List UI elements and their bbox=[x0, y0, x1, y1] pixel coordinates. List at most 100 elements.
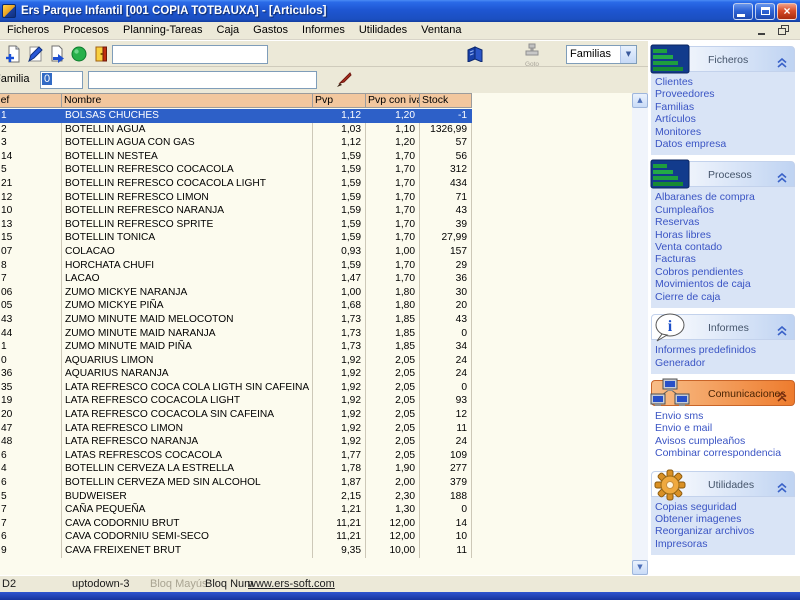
table-row[interactable]: 2 BOTELLIN AGUA 1,03 1,10 1326,99 bbox=[0, 123, 472, 137]
menu-item[interactable]: Caja bbox=[210, 22, 247, 39]
chevron-down-icon[interactable]: ▼ bbox=[620, 46, 636, 63]
table-row[interactable]: 43 ZUMO MINUTE MAID MELOCOTON 1,73 1,85 … bbox=[0, 313, 472, 327]
search-input[interactable] bbox=[112, 45, 268, 64]
table-row[interactable]: 13 BOTELLIN REFRESCO SPRITE 1,59 1,70 39 bbox=[0, 218, 472, 232]
nav-button[interactable] bbox=[321, 45, 341, 64]
menu-item[interactable]: Utilidades bbox=[352, 22, 414, 39]
goto-button[interactable]: Goto bbox=[518, 43, 546, 67]
table-row[interactable]: 7 CAÑA PEQUEÑA 1,21 1,30 0 bbox=[0, 503, 472, 517]
menu-item[interactable]: Gastos bbox=[246, 22, 295, 39]
family-combobox[interactable]: Familias ▼ bbox=[566, 45, 637, 64]
table-row[interactable]: 3 BOTELLIN AGUA CON GAS 1,12 1,20 57 bbox=[0, 136, 472, 150]
edit-record-button[interactable] bbox=[24, 43, 46, 65]
brush-icon[interactable] bbox=[334, 71, 352, 93]
close-button[interactable]: × bbox=[777, 3, 797, 20]
nav-button[interactable] bbox=[281, 45, 301, 64]
menu-item[interactable]: Ficheros bbox=[0, 22, 56, 39]
chevron-up-icon[interactable] bbox=[777, 323, 787, 341]
accept-button[interactable] bbox=[68, 43, 90, 65]
sidebar-item[interactable]: Datos empresa bbox=[651, 138, 795, 150]
table-row[interactable]: 48 LATA REFRESCO NARANJA 1,92 2,05 24 bbox=[0, 435, 472, 449]
sidebar-item[interactable]: Generador bbox=[651, 357, 795, 369]
sidebar-panel-header[interactable]: i bbox=[651, 46, 795, 72]
sidebar-panel-header[interactable]: i bbox=[651, 161, 795, 187]
sidebar-item[interactable]: Facturas bbox=[651, 253, 795, 265]
table-row[interactable]: 1 BOLSAS CHUCHES 1,12 1,20 -1 bbox=[0, 109, 472, 123]
chevron-up-icon[interactable] bbox=[777, 170, 787, 188]
sidebar-item[interactable]: Movimientos de caja bbox=[651, 278, 795, 290]
book-icon[interactable] bbox=[464, 43, 486, 65]
nav-button[interactable] bbox=[361, 45, 381, 64]
menu-item[interactable]: Informes bbox=[295, 22, 352, 39]
sidebar-item[interactable]: Proveedores bbox=[651, 88, 795, 100]
nav-button[interactable] bbox=[341, 45, 361, 64]
nav-button[interactable] bbox=[301, 45, 321, 64]
sidebar-item[interactable]: Artículos bbox=[651, 113, 795, 125]
sidebar-item[interactable]: Familias bbox=[651, 101, 795, 113]
sidebar-item[interactable]: Cobros pendientes bbox=[651, 266, 795, 278]
nav-button[interactable] bbox=[381, 45, 401, 64]
table-scrollbar[interactable]: ▲ ▼ bbox=[632, 93, 648, 575]
sidebar-item[interactable]: Monitores bbox=[651, 126, 795, 138]
sidebar-item[interactable]: Combinar correspondencia bbox=[651, 447, 795, 459]
table-row[interactable]: 05 ZUMO MICKYE PIÑA 1,68 1,80 20 bbox=[0, 299, 472, 313]
table-row[interactable]: 1 ZUMO MINUTE MAID PIÑA 1,73 1,85 34 bbox=[0, 340, 472, 354]
mdi-minimize-button[interactable] bbox=[754, 24, 770, 37]
table-row[interactable]: 6 BOTELLIN CERVEZA MED SIN ALCOHOL 1,87 … bbox=[0, 476, 472, 490]
sidebar-item[interactable]: Avisos cumpleaños bbox=[651, 435, 795, 447]
sidebar-item[interactable]: Venta contado bbox=[651, 241, 795, 253]
sidebar-item[interactable]: Horas libres bbox=[651, 229, 795, 241]
chevron-up-icon[interactable] bbox=[777, 389, 787, 407]
table-row[interactable]: 5 BUDWEISER 2,15 2,30 188 bbox=[0, 490, 472, 504]
family-code-field[interactable]: 0 bbox=[40, 71, 83, 89]
table-row[interactable]: 6 LATAS REFRESCOS COCACOLA 1,77 2,05 109 bbox=[0, 449, 472, 463]
column-header-pvp[interactable]: Pvp bbox=[313, 94, 366, 107]
table-row[interactable]: 9 CAVA FREIXENET BRUT 9,35 10,00 11 bbox=[0, 544, 472, 558]
table-row[interactable]: 07 COLACAO 0,93 1,00 157 bbox=[0, 245, 472, 259]
table-row[interactable]: 35 LATA REFRESCO COCA COLA LIGTH SIN CAF… bbox=[0, 381, 472, 395]
table-row[interactable]: 44 ZUMO MINUTE MAID NARANJA 1,73 1,85 0 bbox=[0, 327, 472, 341]
exit-button[interactable] bbox=[90, 43, 112, 65]
table-row[interactable]: 6 CAVA CODORNIU SEMI-SECO 11,21 12,00 10 bbox=[0, 530, 472, 544]
minimize-button[interactable] bbox=[733, 3, 753, 20]
table-row[interactable]: 06 ZUMO MICKYE NARANJA 1,00 1,80 30 bbox=[0, 286, 472, 300]
table-row[interactable]: 47 LATA REFRESCO LIMON 1,92 2,05 11 bbox=[0, 422, 472, 436]
table-row[interactable]: 4 BOTELLIN CERVEZA LA ESTRELLA 1,78 1,90… bbox=[0, 462, 472, 476]
table-row[interactable]: 7 CAVA CODORNIU BRUT 11,21 12,00 14 bbox=[0, 517, 472, 531]
table-row[interactable]: 14 BOTELLIN NESTEA 1,59 1,70 56 bbox=[0, 150, 472, 164]
table-row[interactable]: 12 BOTELLIN REFRESCO LIMON 1,59 1,70 71 bbox=[0, 191, 472, 205]
sidebar-item[interactable]: Reservas bbox=[651, 216, 795, 228]
maximize-button[interactable] bbox=[755, 3, 775, 20]
sidebar-panel-header[interactable]: i bbox=[651, 380, 795, 406]
menu-item[interactable]: Ventana bbox=[414, 22, 468, 39]
table-row[interactable]: 20 LATA REFRESCO COCACOLA SIN CAFEINA 1,… bbox=[0, 408, 472, 422]
column-header-stock[interactable]: Stock bbox=[420, 94, 472, 107]
sidebar-item[interactable]: Cierre de caja bbox=[651, 291, 795, 303]
mdi-restore-button[interactable] bbox=[776, 24, 792, 37]
website-link[interactable]: www.ers-soft.com bbox=[248, 578, 335, 590]
table-row[interactable]: 0 AQUARIUS LIMON 1,92 2,05 24 bbox=[0, 354, 472, 368]
new-record-button[interactable] bbox=[2, 43, 24, 65]
sidebar-item[interactable]: Cumpleaños bbox=[651, 204, 795, 216]
sidebar-panel-header[interactable]: i bbox=[651, 471, 795, 497]
sidebar-item[interactable]: Envio e mail bbox=[651, 422, 795, 434]
table-row[interactable]: 10 BOTELLIN REFRESCO NARANJA 1,59 1,70 4… bbox=[0, 204, 472, 218]
family-name-field[interactable] bbox=[88, 71, 317, 89]
table-row[interactable]: 21 BOTELLIN REFRESCO COCACOLA LIGHT 1,59… bbox=[0, 177, 472, 191]
column-header-ref[interactable]: Ref bbox=[0, 94, 62, 107]
table-row[interactable]: 7 LACAO 1,47 1,70 36 bbox=[0, 272, 472, 286]
sidebar-item[interactable]: Reorganizar archivos bbox=[651, 525, 795, 537]
delete-record-button[interactable] bbox=[46, 43, 68, 65]
table-row[interactable]: 8 HORCHATA CHUFI 1,59 1,70 29 bbox=[0, 259, 472, 273]
scroll-up-icon[interactable]: ▲ bbox=[632, 93, 648, 108]
table-row[interactable]: 5 BOTELLIN REFRESCO COCACOLA 1,59 1,70 3… bbox=[0, 163, 472, 177]
column-header-pvp-con-iva[interactable]: Pvp con iva bbox=[366, 94, 420, 107]
table-row[interactable]: 19 LATA REFRESCO COCACOLA LIGHT 1,92 2,0… bbox=[0, 394, 472, 408]
menu-item[interactable]: Procesos bbox=[56, 22, 116, 39]
table-row[interactable]: 36 AQUARIUS NARANJA 1,92 2,05 24 bbox=[0, 367, 472, 381]
menu-item[interactable]: Planning-Tareas bbox=[116, 22, 210, 39]
sidebar-item[interactable]: Obtener imagenes bbox=[651, 513, 795, 525]
scroll-down-icon[interactable]: ▼ bbox=[632, 560, 648, 575]
chevron-up-icon[interactable] bbox=[777, 55, 787, 73]
sidebar-panel-header[interactable]: i bbox=[651, 314, 795, 340]
